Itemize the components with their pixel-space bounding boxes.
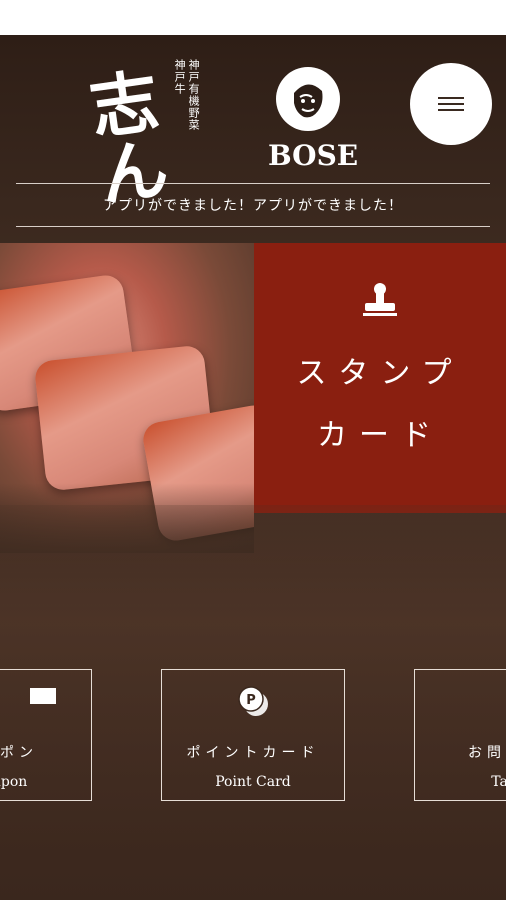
stamp-card-button[interactable]: スタンプ カード <box>254 243 506 513</box>
stamp-card-title: スタンプ カード <box>254 343 506 467</box>
point-card-card[interactable]: P ポイントカード Point Card <box>161 669 345 801</box>
app-screen: 志ん 神戸牛 神戸有機野菜 BOSE アプリができました！アプリができました！ <box>0 35 506 900</box>
menu-button[interactable] <box>410 63 492 145</box>
stamp-title-line-2: カード <box>317 418 443 453</box>
bose-face-icon <box>276 67 340 131</box>
ticker-text: アプリができました！アプリができました！ <box>103 198 403 214</box>
news-ticker[interactable]: アプリができました！アプリができました！ <box>16 183 490 227</box>
bose-logo-text: BOSE <box>268 139 359 172</box>
coupon-icon <box>0 684 91 716</box>
hamburger-icon <box>438 93 464 115</box>
coupon-card[interactable]: クーポン Coupon <box>0 669 92 801</box>
contact-label-jp: お問合せ <box>468 745 506 761</box>
header: 志ん 神戸牛 神戸有機野菜 BOSE <box>0 35 506 217</box>
coupon-label-en: Coupon <box>0 774 28 790</box>
coupon-label-jp: クーポン <box>0 745 38 761</box>
shin-logo-sub-1: 神戸牛 <box>173 59 187 95</box>
chat-icon <box>415 684 506 716</box>
stamp-title-line-1: スタンプ <box>296 356 464 391</box>
bose-logo[interactable]: BOSE <box>268 55 358 172</box>
shin-logo[interactable]: 志ん 神戸牛 神戸有機野菜 <box>85 53 200 217</box>
point-card-label-en: Point Card <box>215 774 291 790</box>
stamp-icon <box>363 283 397 316</box>
svg-text:P: P <box>246 693 256 708</box>
point-card-icon: P <box>162 684 344 716</box>
point-card-label-jp: ポイントカード <box>186 745 320 761</box>
contact-card[interactable]: お問合せ Talk <box>414 669 506 801</box>
contact-label-en: Talk <box>491 774 506 790</box>
shin-logo-sub-2: 神戸有機野菜 <box>187 59 201 131</box>
